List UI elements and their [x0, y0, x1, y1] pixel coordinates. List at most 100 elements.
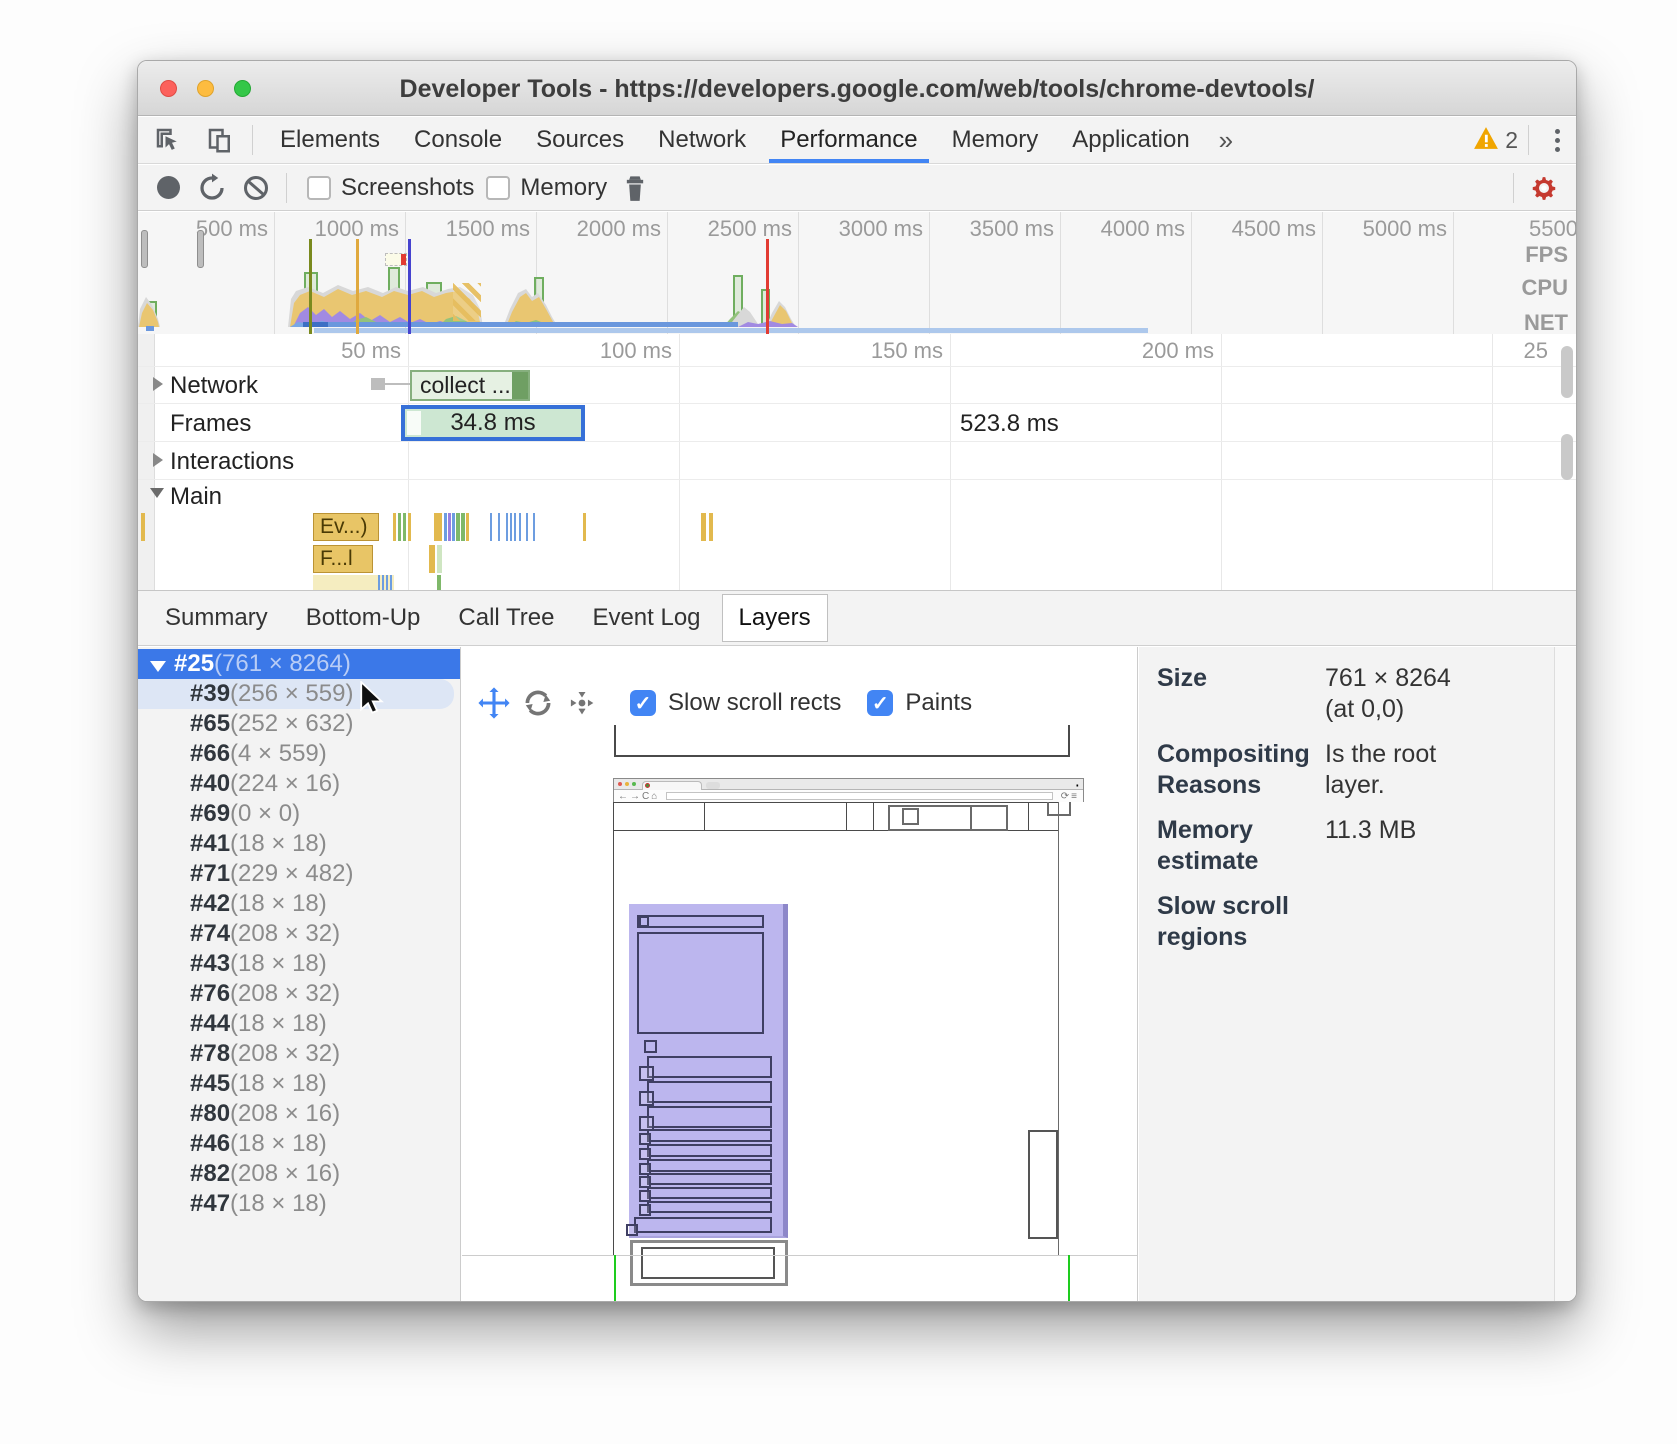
main-event-bar[interactable] — [519, 513, 521, 541]
expand-triangle-icon[interactable] — [150, 661, 166, 672]
overview-selection-handle-right[interactable] — [197, 230, 204, 268]
timeline-overview[interactable]: 500 ms1000 ms1500 ms2000 ms2500 ms3000 m… — [138, 212, 1576, 334]
layer-tree-item-25[interactable]: #25(761 × 8264) — [138, 649, 460, 679]
flame-vertical-scrollbar-thumb[interactable] — [1561, 346, 1573, 398]
main-event-bar[interactable] — [526, 513, 528, 541]
main-event-bar[interactable] — [583, 513, 586, 541]
main-event-bar[interactable] — [490, 513, 492, 541]
selected-frame[interactable]: 34.8 ms — [401, 405, 585, 441]
tab-call-tree[interactable]: Call Tree — [441, 594, 571, 642]
record-button[interactable] — [146, 168, 190, 208]
tab-console[interactable]: Console — [397, 117, 519, 163]
layer-tree-item-45[interactable]: #45(18 × 18) — [138, 1069, 460, 1099]
main-event-bar[interactable] — [408, 513, 411, 541]
main-expander-icon[interactable] — [150, 488, 164, 498]
window-titlebar[interactable]: Developer Tools - https://developers.goo… — [138, 61, 1576, 116]
clear-profiles-button[interactable] — [234, 168, 278, 208]
layers-3d-view[interactable]: ✓ Slow scroll rects ✓ Paints — [462, 647, 1138, 1302]
trash-icon[interactable] — [613, 168, 657, 208]
tab-sources[interactable]: Sources — [519, 117, 641, 163]
capture-settings-gear-icon[interactable] — [1522, 168, 1566, 208]
layer-tree-item-71[interactable]: #71(229 × 482) — [138, 859, 460, 889]
layer-tree-item-78[interactable]: #78(208 × 32) — [138, 1039, 460, 1069]
main-event-bar[interactable] — [434, 513, 442, 541]
interactions-expander-icon[interactable] — [153, 453, 163, 467]
slow-scroll-rects-label[interactable]: Slow scroll rects — [668, 689, 841, 717]
layer-tree-item-47[interactable]: #47(18 × 18) — [138, 1189, 460, 1219]
layer-tree-item-43[interactable]: #43(18 × 18) — [138, 949, 460, 979]
layer-tree-item-66[interactable]: #66(4 × 559) — [138, 739, 460, 769]
tab-performance[interactable]: Performance — [763, 117, 934, 163]
net-activity-bar — [303, 322, 328, 327]
layer-tree-item-39[interactable]: #39(256 × 559) — [138, 679, 454, 709]
main-event-bar[interactable] — [533, 513, 535, 541]
tab-elements[interactable]: Elements — [263, 117, 397, 163]
main-event-bar[interactable] — [709, 513, 713, 541]
pan-mode-icon[interactable] — [472, 683, 516, 723]
interactions-track-label[interactable]: Interactions — [170, 448, 294, 476]
main-event-bar[interactable] — [701, 513, 706, 541]
overview-selection-handle-left[interactable] — [141, 230, 148, 268]
tab-memory[interactable]: Memory — [935, 117, 1056, 163]
inspect-element-icon[interactable] — [146, 120, 190, 160]
layer-tree-item-42[interactable]: #42(18 × 18) — [138, 889, 460, 919]
toggle-device-toolbar-icon[interactable] — [198, 120, 242, 160]
main-event-bar[interactable] — [437, 545, 442, 573]
flame-vertical-scrollbar-thumb[interactable] — [1561, 434, 1573, 480]
tab-summary[interactable]: Summary — [148, 594, 285, 642]
main-event-bar[interactable] — [141, 513, 145, 541]
paints-checkbox[interactable]: ✓ — [867, 690, 893, 716]
main-event-bar[interactable] — [437, 575, 441, 590]
layer-tree-item-82[interactable]: #82(208 × 16) — [138, 1159, 460, 1189]
main-event-bar[interactable] — [461, 513, 465, 541]
paints-label[interactable]: Paints — [905, 689, 972, 717]
main-event-bar[interactable] — [466, 513, 469, 541]
tab-event-log[interactable]: Event Log — [575, 594, 717, 642]
main-event-bar[interactable] — [514, 513, 516, 541]
slow-scroll-rects-checkbox[interactable]: ✓ — [630, 690, 656, 716]
frames-track-label[interactable]: Frames — [170, 410, 251, 438]
layer-tree-item-65[interactable]: #65(252 × 632) — [138, 709, 460, 739]
main-event-bar[interactable] — [506, 513, 508, 541]
layer-tree-item-41[interactable]: #41(18 × 18) — [138, 829, 460, 859]
main-event-bar[interactable] — [448, 513, 451, 541]
layer-tree-item-80[interactable]: #80(208 × 16) — [138, 1099, 460, 1129]
main-event-bar[interactable] — [510, 513, 512, 541]
main-event-bar[interactable] — [429, 545, 435, 573]
main-event-bar[interactable] — [456, 513, 460, 541]
main-event-bar[interactable] — [403, 513, 406, 541]
layer-tree-item-46[interactable]: #46(18 × 18) — [138, 1129, 460, 1159]
details-scrollbar-track[interactable] — [1554, 647, 1576, 1302]
memory-checkbox[interactable] — [486, 176, 510, 200]
screenshots-checkbox[interactable] — [307, 176, 331, 200]
main-track-label[interactable]: Main — [170, 483, 222, 511]
layer-tree-item-74[interactable]: #74(208 × 32) — [138, 919, 460, 949]
warning-icon[interactable] — [1473, 126, 1499, 155]
main-event-bar[interactable] — [452, 513, 455, 541]
memory-checkbox-label[interactable]: Memory — [520, 174, 607, 202]
tab-application[interactable]: Application — [1055, 117, 1206, 163]
main-event-bar[interactable] — [444, 513, 447, 541]
layer-tree-item-76[interactable]: #76(208 × 32) — [138, 979, 460, 1009]
tab-layers[interactable]: Layers — [722, 594, 828, 642]
main-event-block[interactable]: Ev...) — [313, 513, 379, 541]
main-event-bar[interactable] — [498, 513, 500, 541]
main-event-bar[interactable] — [393, 513, 396, 541]
main-event-bar[interactable] — [378, 575, 394, 590]
layer-tree-item-40[interactable]: #40(224 × 16) — [138, 769, 460, 799]
more-tabs-button[interactable]: » — [1207, 125, 1245, 156]
reload-and-profile-button[interactable] — [190, 168, 234, 208]
tab-bottom-up[interactable]: Bottom-Up — [289, 594, 438, 642]
tab-network[interactable]: Network — [641, 117, 763, 163]
layer-tree-item-44[interactable]: #44(18 × 18) — [138, 1009, 460, 1039]
rotate-mode-icon[interactable] — [516, 683, 560, 723]
main-event-bar[interactable] — [398, 513, 401, 541]
devtools-menu-button[interactable] — [1539, 129, 1576, 152]
network-track-label[interactable]: Network — [170, 372, 258, 400]
network-expander-icon[interactable] — [153, 377, 163, 391]
layer-tree-item-69[interactable]: #69(0 × 0) — [138, 799, 460, 829]
main-event-block[interactable]: F...l — [313, 545, 373, 573]
flame-chart[interactable]: 50 ms100 ms150 ms200 ms25 Network collec… — [138, 334, 1576, 591]
reset-view-icon[interactable] — [560, 683, 604, 723]
screenshots-checkbox-label[interactable]: Screenshots — [341, 174, 474, 202]
